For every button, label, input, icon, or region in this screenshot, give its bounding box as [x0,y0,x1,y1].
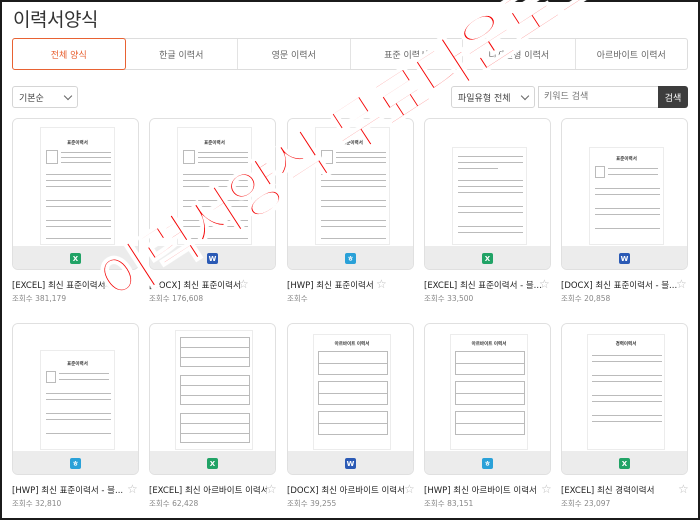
card-views: 조회수 83,151 [424,499,474,508]
card-title[interactable]: [DOCX] 최신 표준이력서 - 블... [561,279,679,291]
card-footer: W [288,451,413,474]
hwp-file-icon: ㅎ [70,458,81,469]
search-input[interactable] [538,86,659,108]
template-card[interactable]: 아르바이트 이력서 W [287,323,414,475]
star-icon[interactable]: ☆ [376,278,387,290]
document-preview-title: 표준이력서 [616,157,637,162]
card-footer: W [562,246,687,269]
document-preview: 아르바이트 이력서 [313,334,391,450]
tab-korean[interactable]: 한글 이력서 [126,39,238,69]
excel-file-icon: X [482,253,493,264]
card-footer: X [562,451,687,474]
document-preview-title: 표준이력서 [67,362,88,367]
card-footer: ㅎ [13,451,138,474]
template-card[interactable]: 표준이력서 W [561,118,688,270]
template-card[interactable]: 아르바이트 이력서 ㅎ [424,323,551,475]
document-preview: 경력이력서 [587,334,665,450]
card-footer: ㅎ [425,451,550,474]
tab-english[interactable]: 영문 이력서 [238,39,351,69]
document-preview-title: 표준이력서 [67,141,88,146]
chevron-down-icon [520,91,530,101]
card-views: 조회수 20,858 [561,294,611,303]
card-views: 조회수 39,255 [287,499,337,508]
page-title: 이력서양식 [13,9,98,31]
template-card[interactable]: X [149,323,276,475]
card-views: 조회수 32,810 [12,499,62,508]
card-title[interactable]: [EXCEL] 최신 아르바이트 이력서 [149,484,267,496]
document-preview-title: 아르바이트 이력서 [334,342,370,347]
document-preview: 표준이력서 [589,147,664,245]
card-views: 조회수 [287,294,308,303]
card-thumbnail: 아르바이트 이력서 [288,324,413,451]
star-icon[interactable]: ☆ [404,483,415,495]
hwp-file-icon: ㅎ [345,253,356,264]
card-footer: X [150,451,275,474]
template-card[interactable]: X [424,118,551,270]
card-views: 조회수 23,097 [561,499,611,508]
card-title[interactable]: [DOCX] 최신 아르바이트 이력서 [287,484,405,496]
chevron-down-icon [63,91,73,101]
star-icon[interactable]: ☆ [238,278,249,290]
card-footer: X [425,246,550,269]
template-card[interactable]: 표준이력서 ㅎ [12,323,139,475]
card-thumbnail: 아르바이트 이력서 [425,324,550,451]
card-thumbnail: 표준이력서 [562,119,687,246]
tab-parttime[interactable]: 아르바이트 이력서 [576,39,688,69]
star-icon[interactable]: ☆ [678,483,689,495]
card-thumbnail [150,324,275,451]
card-views: 조회수 33,500 [424,294,474,303]
card-title[interactable]: [EXCEL] 최신 경력이력서 [561,484,679,496]
card-title[interactable]: [HWP] 최신 아르바이트 이력서 [424,484,542,496]
card-thumbnail: 경력이력서 [562,324,687,451]
sort-select-value: 기본순 [19,93,44,104]
sort-select[interactable]: 기본순 [12,86,78,108]
star-icon[interactable]: ☆ [541,483,552,495]
document-preview-title: 경력이력서 [615,342,637,347]
document-preview: 표준이력서 [40,350,115,450]
document-preview-title: 아르바이트 이력서 [471,342,507,347]
category-tabs: 전체 양식 한글 이력서 영문 이력서 표준 이력서 디자인형 이력서 아르바이… [12,38,688,70]
excel-file-icon: X [207,458,218,469]
card-footer: ㅎ [288,246,413,269]
excel-file-icon: X [619,458,630,469]
card-views: 조회수 62,428 [149,499,199,508]
tab-all[interactable]: 전체 양식 [12,38,126,70]
document-preview [175,330,253,450]
star-icon[interactable]: ☆ [127,483,138,495]
excel-file-icon: X [70,253,81,264]
star-icon[interactable]: ☆ [676,278,687,290]
star-icon[interactable]: ☆ [266,483,277,495]
hwp-file-icon: ㅎ [482,458,493,469]
template-card[interactable]: 경력이력서 X [561,323,688,475]
card-thumbnail: 표준이력서 [13,324,138,451]
word-file-icon: W [619,253,630,264]
document-preview [452,147,527,245]
word-file-icon: W [345,458,356,469]
card-views: 조회수 381,179 [12,294,67,303]
search-button[interactable]: 검색 [658,86,688,108]
card-thumbnail [425,119,550,246]
card-title[interactable]: [EXCEL] 최신 표준이력서 - 블... [424,279,542,291]
document-preview: 아르바이트 이력서 [450,334,528,450]
card-title[interactable]: [HWP] 최신 표준이력서 [287,279,405,291]
star-icon[interactable]: ☆ [539,278,550,290]
card-title[interactable]: [HWP] 최신 표준이력서 - 블... [12,484,130,496]
document-preview: 표준이력서 [40,127,115,245]
